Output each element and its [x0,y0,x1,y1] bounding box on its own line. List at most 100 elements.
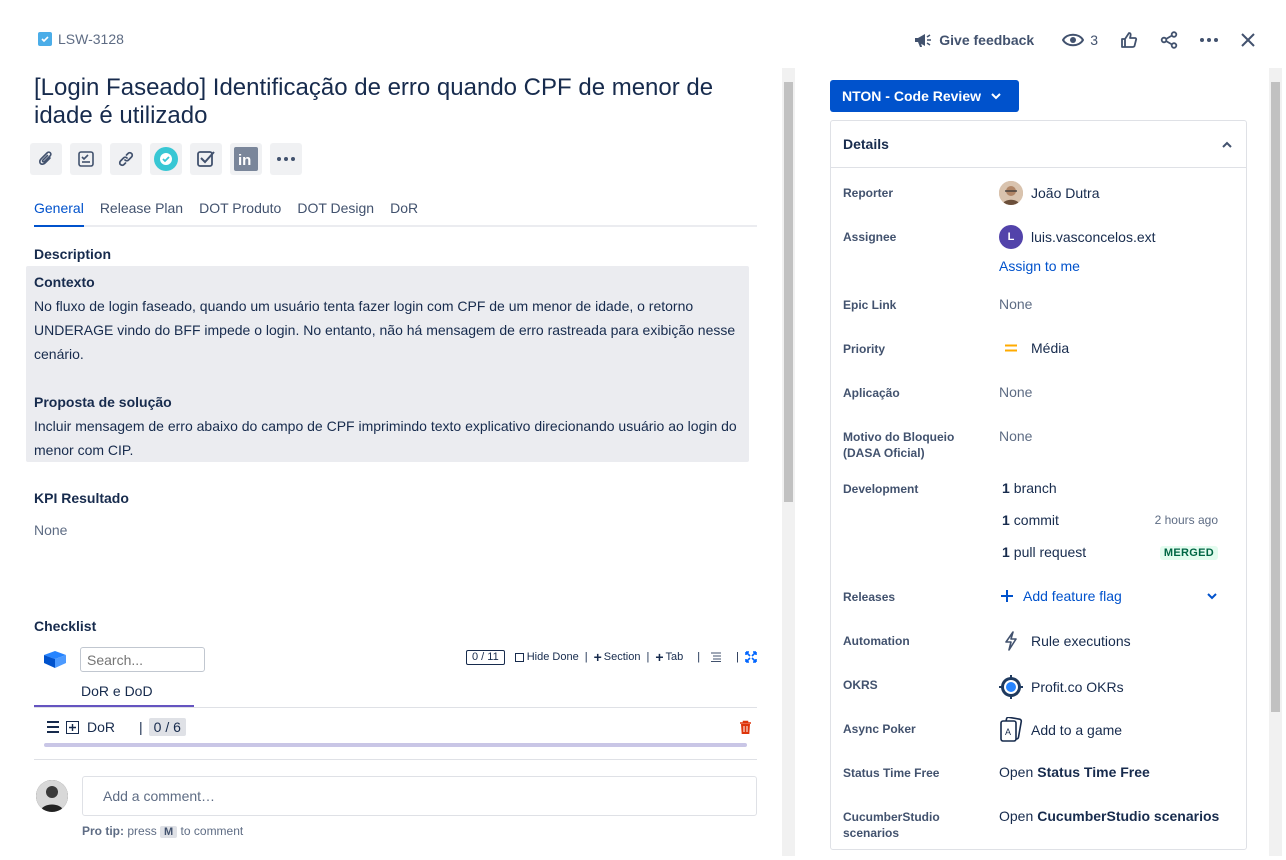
dev-commit-label: commit [1013,512,1059,528]
add-comment-input[interactable]: Add a comment… [82,776,757,816]
drag-handle-icon[interactable] [46,721,60,733]
expand-section-icon[interactable] [66,720,79,734]
assign-to-me-link[interactable]: Assign to me [999,258,1080,274]
right-scrollbar-thumb[interactable] [1271,82,1280,712]
releases-label: Releases [843,590,896,604]
separator: | [697,651,701,663]
tab-release-plan[interactable]: Release Plan [100,200,183,225]
checklist-tab-dor-dod[interactable]: DoR e DoD [34,683,194,707]
tab-general[interactable]: General [34,200,84,227]
add-tab-button[interactable]: + Tab [655,649,683,665]
issue-title[interactable]: [Login Faseado] Identificação de erro qu… [34,74,754,130]
svg-text:in: in [238,152,251,169]
attach-button[interactable] [30,143,62,175]
cucumber-name: CucumberStudio scenarios [1037,808,1220,824]
share-button[interactable] [1160,31,1178,49]
status-dropdown-button[interactable]: NTON - Code Review [830,80,1019,112]
divider [34,759,757,760]
solution-text: Incluir mensagem de erro abaixo do campo… [34,418,737,458]
teal-check-circle-icon [154,147,178,171]
separator: | [736,651,739,663]
context-heading: Contexto [34,274,95,290]
more-actions-button[interactable] [1200,38,1218,42]
close-button[interactable] [1240,32,1256,48]
aplicacao-label: Aplicação [843,386,900,400]
open-cucumber-link[interactable]: Open CucumberStudio scenarios [999,808,1219,824]
section-progress: 0 / 6 [148,718,186,736]
watch-button[interactable]: 3 [1062,32,1098,48]
rule-executions-label: Rule executions [1031,633,1131,649]
kpi-value[interactable]: None [34,522,67,538]
add-subtask-button[interactable] [70,143,102,175]
aplicacao-value[interactable]: None [999,384,1032,400]
priority-name: Média [1031,340,1070,356]
epic-link-value[interactable]: None [999,296,1032,312]
assignee-value[interactable]: L luis.vasconcelos.ext [999,225,1156,249]
left-scrollbar-thumb[interactable] [784,82,793,502]
issue-toolbar: Give feedback 3 [913,26,1256,54]
dev-branch-link[interactable]: 1 branch [999,480,1057,496]
give-feedback-button[interactable]: Give feedback [913,31,1034,49]
protip-press: press [127,824,157,838]
hide-done-toggle[interactable]: Hide Done [514,651,579,663]
separator: | [646,651,650,663]
share-icon [1160,31,1178,49]
checklist-box-icon [42,649,68,669]
invision-button[interactable]: in [230,143,262,175]
list-lines-icon[interactable] [710,652,722,662]
add-to-game-link[interactable]: A Add to a game [999,717,1122,743]
open-status-time-link[interactable]: Open Status Time Free [999,764,1150,780]
give-feedback-label: Give feedback [939,32,1035,48]
checklist-section-row[interactable]: DoR | 0 / 6 [46,716,752,738]
details-panel: Details Reporter João Dutra Assignee L l… [830,120,1247,850]
dev-commit-time: 2 hours ago [1154,513,1218,527]
target-icon [999,675,1023,699]
app-task-button[interactable] [190,143,222,175]
tab-dot-produto[interactable]: DOT Produto [199,200,281,225]
subtask-icon [77,150,95,168]
checklist-search-input[interactable] [80,647,205,672]
current-user-avatar[interactable] [36,780,68,812]
add-feature-flag-button[interactable]: Add feature flag [999,588,1217,604]
add-section-label: Section [603,651,641,663]
plus-icon: + [655,649,664,665]
dev-pr-link[interactable]: 1 pull request [999,544,1086,560]
rule-executions-link[interactable]: Rule executions [999,631,1131,651]
motivo-bloqueio-value[interactable]: None [999,428,1032,444]
tab-dor[interactable]: DoR [390,200,418,225]
right-scrollbar[interactable] [1269,68,1282,856]
chevron-down-icon [991,92,1001,100]
development-label: Development [843,482,919,496]
add-section-button[interactable]: + Section [594,649,641,665]
more-apps-button[interactable] [270,143,302,175]
section-progress-bar [44,743,747,747]
hide-done-checkbox[interactable] [514,652,524,662]
app-checklist-button[interactable] [150,143,182,175]
protip: Pro tip: press M to comment [82,824,243,838]
expand-icon[interactable] [745,651,757,663]
chevron-down-icon[interactable] [1207,592,1217,600]
link-issue-button[interactable] [110,143,142,175]
trash-icon[interactable] [739,720,752,735]
priority-value[interactable]: Média [999,340,1069,356]
task-type-icon [38,32,52,46]
separator: | [584,651,588,663]
reporter-name: João Dutra [1031,185,1100,201]
dev-commit-link[interactable]: 1 commit [999,512,1059,528]
like-button[interactable] [1120,31,1138,49]
okrs-link[interactable]: Profit.co OKRs [999,675,1124,699]
dev-branch-count: 1 [1002,480,1010,496]
protip-label: Pro tip: [82,824,124,838]
issue-key-link[interactable]: LSW-3128 [38,31,124,47]
details-header[interactable]: Details [831,121,1246,168]
megaphone-icon [913,31,933,49]
section-name: DoR [87,719,116,735]
left-scrollbar[interactable] [782,68,795,856]
priority-label: Priority [843,342,886,356]
tab-dot-design[interactable]: DOT Design [297,200,374,225]
description-editor[interactable]: Contexto No fluxo de login faseado, quan… [26,266,749,462]
paperclip-icon [38,150,54,168]
reporter-value[interactable]: João Dutra [999,181,1099,205]
chevron-up-icon[interactable] [1222,141,1232,148]
